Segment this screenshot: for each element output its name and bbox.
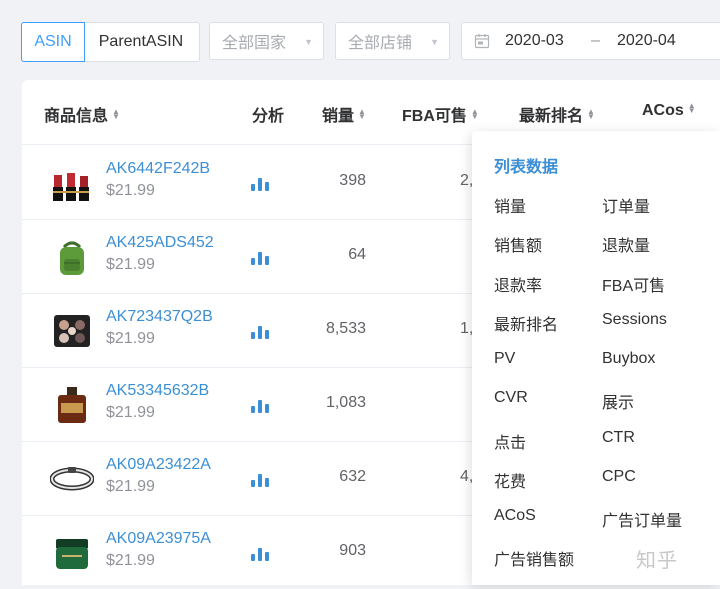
product-price: $21.99: [106, 182, 155, 199]
column-settings-dropdown: 列表数据 销量 销售额 退款率 最新排名 PV CVR 点击 花费 ACoS 广…: [472, 131, 720, 585]
country-select[interactable]: 全部国家 ▼: [209, 22, 324, 60]
product-price: $21.99: [106, 552, 155, 569]
date-separator: –: [591, 32, 600, 49]
column-option-sessions[interactable]: Sessions: [602, 311, 667, 329]
headband-icon: [50, 467, 94, 491]
product-asin-link[interactable]: AK53345632B: [106, 382, 209, 400]
date-end: 2020-04: [617, 32, 676, 49]
column-option-ad-orders[interactable]: 广告订单量: [602, 507, 682, 531]
column-option-refund-rate[interactable]: 退款率: [494, 272, 542, 296]
analysis-chart-icon[interactable]: [251, 547, 273, 561]
column-option-acos[interactable]: ACoS: [494, 507, 536, 525]
sales-value: 1,083: [325, 394, 366, 411]
analysis-chart-icon[interactable]: [251, 325, 273, 339]
sales-value: 903: [339, 542, 366, 559]
column-option-cpc[interactable]: CPC: [602, 468, 636, 486]
filter-toolbar: ASIN ParentASIN 全部国家 ▼ 全部店铺 ▼ 2020-03 – …: [0, 0, 720, 80]
lipstick-icon: [53, 173, 89, 201]
analysis-chart-icon[interactable]: [251, 251, 273, 265]
product-asin-link[interactable]: AK6442F242B: [106, 160, 210, 178]
sort-icon[interactable]: ▲ ▼: [358, 108, 366, 121]
sort-icon[interactable]: ▲ ▼: [112, 108, 120, 121]
column-option-latest-rank[interactable]: 最新排名: [494, 311, 558, 335]
date-range-picker[interactable]: 2020-03 – 2020-04: [461, 22, 720, 60]
product-asin-link[interactable]: AK09A23975A: [106, 530, 211, 548]
sort-icon[interactable]: ▲ ▼: [471, 108, 479, 121]
column-option-impressions[interactable]: 展示: [602, 389, 634, 413]
sales-value: 632: [339, 468, 366, 485]
header-fba-available[interactable]: FBA可售 ▲ ▼: [402, 102, 479, 126]
calendar-icon: [474, 34, 490, 49]
product-price: $21.99: [106, 478, 155, 495]
parent-asin-option[interactable]: ParentASIN: [85, 23, 197, 61]
column-option-refunds[interactable]: 退款量: [602, 232, 650, 256]
analysis-chart-icon[interactable]: [251, 177, 273, 191]
column-option-clicks[interactable]: 点击: [494, 429, 526, 453]
analysis-chart-icon[interactable]: [251, 399, 273, 413]
header-analysis: 分析: [252, 108, 285, 125]
column-option-ctr[interactable]: CTR: [602, 429, 635, 447]
eyeshadow-palette-icon: [54, 315, 90, 347]
chevron-down-icon: ▼: [430, 37, 439, 47]
column-option-revenue[interactable]: 销售额: [494, 232, 542, 256]
column-option-sales[interactable]: 销量: [494, 193, 526, 217]
header-latest-rank[interactable]: 最新排名 ▲ ▼: [519, 102, 595, 126]
watermark: 知乎: [636, 550, 678, 572]
sales-value: 8,533: [325, 320, 366, 337]
country-select-value: 全部国家: [222, 35, 287, 52]
product-price: $21.99: [106, 330, 155, 347]
column-option-spend[interactable]: 花费: [494, 468, 526, 492]
store-select[interactable]: 全部店铺 ▼: [335, 22, 450, 60]
chevron-down-icon: ▼: [304, 37, 313, 47]
product-asin-link[interactable]: AK425ADS452: [106, 234, 214, 252]
serum-bottle-icon: [58, 387, 86, 423]
backpack-icon: [60, 241, 84, 275]
analysis-chart-icon[interactable]: [251, 473, 273, 487]
product-asin-link[interactable]: AK723437Q2B: [106, 308, 213, 326]
column-option-orders[interactable]: 订单量: [602, 193, 650, 217]
sort-icon[interactable]: ▲ ▼: [587, 108, 595, 121]
column-option-fba-available[interactable]: FBA可售: [602, 272, 665, 296]
product-asin-link[interactable]: AK09A23422A: [106, 456, 211, 474]
date-start: 2020-03: [505, 32, 564, 49]
dropdown-title: 列表数据: [494, 159, 559, 176]
header-acos[interactable]: ACos ▲ ▼: [642, 102, 696, 120]
column-option-ad-sales[interactable]: 广告销售额: [494, 546, 574, 570]
column-option-cvr[interactable]: CVR: [494, 389, 528, 407]
asin-option[interactable]: ASIN: [21, 22, 85, 62]
header-product-info[interactable]: 商品信息 ▲ ▼: [44, 102, 120, 126]
column-option-buybox[interactable]: Buybox: [602, 350, 655, 368]
asin-type-toggle: ASIN ParentASIN: [21, 22, 200, 62]
product-price: $21.99: [106, 404, 155, 421]
sort-icon[interactable]: ▲ ▼: [688, 102, 696, 115]
sales-value: 64: [348, 246, 366, 263]
header-sales[interactable]: 销量 ▲ ▼: [322, 102, 366, 126]
column-option-pv[interactable]: PV: [494, 350, 515, 368]
sales-value: 398: [339, 172, 366, 189]
cream-jar-icon: [56, 539, 88, 569]
store-select-value: 全部店铺: [348, 35, 413, 52]
product-price: $21.99: [106, 256, 155, 273]
